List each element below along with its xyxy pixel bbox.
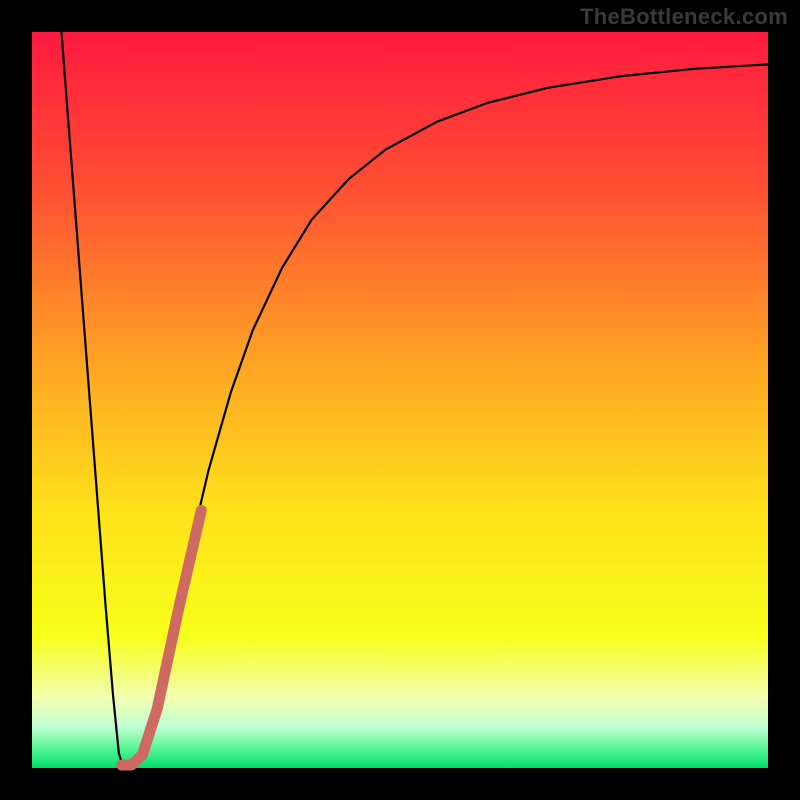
chart-frame: TheBottleneck.com xyxy=(0,0,800,800)
bottleneck-chart xyxy=(0,0,800,800)
